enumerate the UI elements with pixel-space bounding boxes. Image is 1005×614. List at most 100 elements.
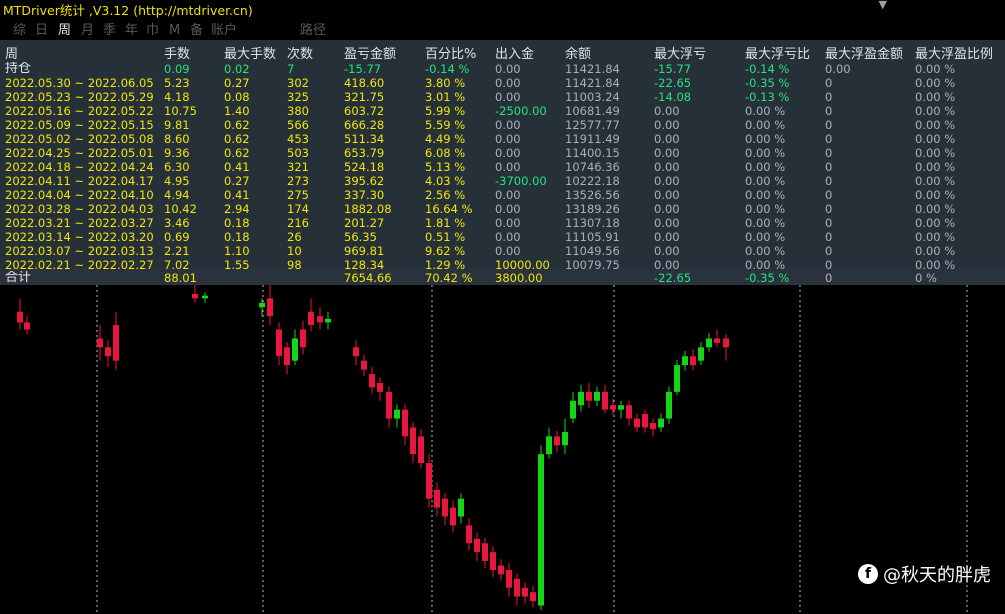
cell: 0.00 % — [745, 132, 786, 146]
watermark-text: @秋天的胖虎 — [883, 565, 991, 586]
cell: 2022.04.11 ~ 2022.04.17 — [5, 174, 154, 188]
cell: 0.00 % — [745, 118, 786, 132]
total-label: 合计 — [5, 271, 32, 285]
header-max-float-profit-pct[interactable]: 最大浮盈比例 — [915, 43, 1005, 62]
header-lots[interactable]: 手数 — [164, 43, 224, 62]
holding-row[interactable]: 持仓 0.09 0.02 7 -15.77 -0.14 % 0.00 11421… — [0, 62, 1005, 76]
tab-season[interactable]: 季 — [103, 22, 116, 40]
header-io[interactable]: 出入金 — [495, 43, 563, 62]
cell: 0.18 — [224, 230, 250, 244]
cell: 0 — [825, 160, 833, 174]
cell: 603.72 — [344, 104, 385, 118]
cell: 1.40 — [224, 104, 250, 118]
candle-body — [466, 525, 472, 544]
cell: 2022.03.14 ~ 2022.03.20 — [5, 230, 154, 244]
cell: 128.34 — [344, 258, 385, 272]
dropdown-arrow-icon[interactable]: ▼ — [879, 0, 887, 10]
candle-body — [706, 338, 712, 348]
table-row[interactable]: 2022.03.28 ~ 2022.04.03 10.42 2.94 174 1882.… — [0, 202, 1005, 216]
cell: 395.62 — [344, 174, 385, 188]
table-row[interactable]: 2022.05.30 ~ 2022.06.05 5.23 0.27 302 418.60… — [0, 76, 1005, 90]
table-row[interactable]: 2022.03.07 ~ 2022.03.13 2.21 1.10 10 969.81 9… — [0, 244, 1005, 258]
table-row[interactable]: 2022.04.25 ~ 2022.05.01 9.36 0.62 503 653.79… — [0, 146, 1005, 160]
candle-body — [434, 489, 440, 508]
cell: 0.00 % — [915, 76, 956, 90]
cell: 0.00 % — [745, 146, 786, 160]
tab-account[interactable]: 账户 — [211, 22, 237, 40]
cell: 0.00 — [495, 146, 521, 160]
tab-week[interactable]: 周 — [58, 22, 71, 40]
header-max-float-loss-pct[interactable]: 最大浮亏比 — [745, 43, 825, 62]
cell: 0 — [825, 188, 833, 202]
cell: 0.00 — [654, 230, 680, 244]
table-row[interactable]: 2022.03.21 ~ 2022.03.27 3.46 0.18 216 201.27… — [0, 216, 1005, 230]
cell: 1882.08 — [344, 202, 392, 216]
header-pct[interactable]: 百分比% — [425, 43, 493, 62]
candle-body — [666, 391, 672, 419]
candle-body — [586, 391, 592, 401]
cell: 70.42 % — [425, 271, 473, 285]
cell: 4.95 — [164, 174, 190, 188]
candle-body — [650, 423, 656, 430]
tab-month[interactable]: 月 — [81, 22, 94, 40]
tab-notes[interactable]: 备 — [190, 22, 203, 40]
table-row[interactable]: 2022.05.23 ~ 2022.05.29 4.18 0.08 325 321.75… — [0, 90, 1005, 104]
candle-body — [490, 552, 496, 570]
cell: 7.02 — [164, 258, 190, 272]
candle-body — [402, 409, 408, 437]
cell: 0 — [825, 132, 833, 146]
tab-path[interactable]: 路径 — [300, 22, 326, 40]
cell: 321.75 — [344, 90, 385, 104]
cell: 302 — [287, 76, 309, 90]
cell: 10681.49 — [565, 104, 620, 118]
cell: -14.08 — [654, 90, 692, 104]
table-row[interactable]: 2022.04.18 ~ 2022.04.24 6.30 0.41 321 524.18… — [0, 160, 1005, 174]
table-row[interactable]: 2022.03.14 ~ 2022.03.20 0.69 0.18 26 56.35 0.… — [0, 230, 1005, 244]
candle-body — [642, 414, 648, 428]
total-row[interactable]: 合计 88.01 7654.66 70.42 % 3800.00 -22.65 … — [0, 271, 1005, 285]
candle-body — [674, 365, 680, 392]
tab-year[interactable]: 年 — [125, 22, 138, 40]
cell: 0.00 — [495, 118, 521, 132]
header-week[interactable]: 周 — [5, 43, 155, 62]
cell: 13189.26 — [565, 202, 620, 216]
cell: 0.41 — [224, 188, 250, 202]
holding-label: 持仓 — [5, 62, 32, 76]
header-count[interactable]: 次数 — [287, 43, 342, 62]
tab-day[interactable]: 日 — [35, 22, 48, 40]
cell: 10746.36 — [565, 160, 620, 174]
cell: 0 — [825, 118, 833, 132]
table-row[interactable]: 2022.02.21 ~ 2022.02.27 7.02 1.55 98 128.34 1… — [0, 258, 1005, 272]
header-pnl[interactable]: 盈亏金额 — [344, 43, 424, 62]
table-row[interactable]: 2022.05.02 ~ 2022.05.08 8.60 0.62 453 511.34… — [0, 132, 1005, 146]
cell: 0.00 — [654, 202, 680, 216]
cell: -22.65 — [654, 271, 692, 285]
cell: 0.00 % — [915, 62, 956, 76]
candle-body — [723, 338, 729, 348]
tab-summary[interactable]: 综 — [13, 22, 26, 40]
cell: 0.00 % — [745, 230, 786, 244]
header-max-lots[interactable]: 最大手数 — [224, 43, 286, 62]
table-row[interactable]: 2022.05.16 ~ 2022.05.22 10.75 1.40 380 603.7… — [0, 104, 1005, 118]
tab-magic[interactable]: M — [169, 22, 180, 40]
header-max-float-loss[interactable]: 最大浮亏 — [654, 43, 744, 62]
table-row[interactable]: 2022.04.11 ~ 2022.04.17 4.95 0.27 273 395.62… — [0, 174, 1005, 188]
header-max-float-profit[interactable]: 最大浮盈金额 — [825, 43, 915, 62]
window-title: MTDriver统计 ,V3.12 (http://mtdriver.cn) — [3, 3, 253, 18]
table-row[interactable]: 2022.04.04 ~ 2022.04.10 4.94 0.41 275 337.30… — [0, 188, 1005, 202]
candle-body — [610, 405, 616, 410]
tab-currency[interactable]: 巾 — [146, 22, 159, 40]
cell: 0.00 — [495, 76, 521, 90]
cell: 2022.05.30 ~ 2022.06.05 — [5, 76, 154, 90]
candle-body — [530, 592, 536, 602]
table-row[interactable]: 2022.05.09 ~ 2022.05.15 9.81 0.62 566 666.28… — [0, 118, 1005, 132]
candle-body — [410, 427, 416, 455]
title-bar: MTDriver统计 ,V3.12 (http://mtdriver.cn) ▼ — [0, 0, 1005, 22]
candle-body — [369, 374, 375, 388]
cell: 666.28 — [344, 118, 385, 132]
cell: 0 % — [915, 271, 937, 285]
header-balance[interactable]: 余额 — [565, 43, 653, 62]
cell: 2022.03.28 ~ 2022.04.03 — [5, 202, 154, 216]
candle-body — [506, 569, 512, 588]
cell: 11105.91 — [565, 230, 620, 244]
